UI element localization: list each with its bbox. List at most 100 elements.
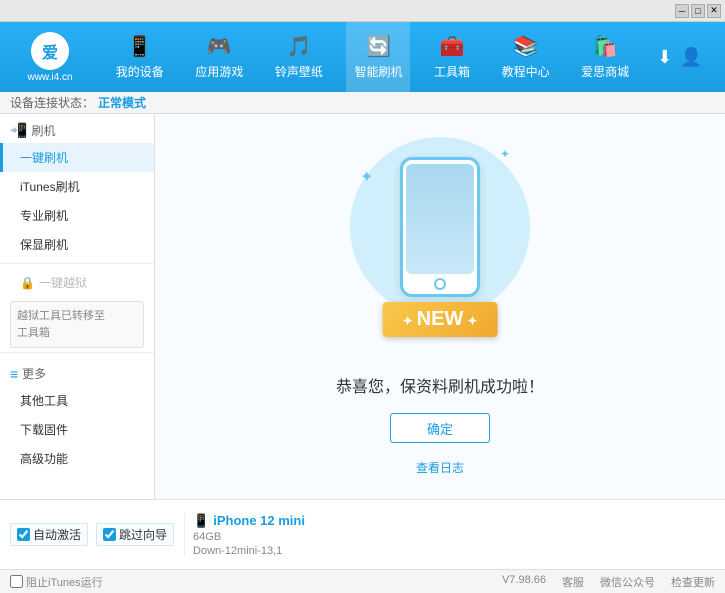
nav-toolbox-label: 工具箱 xyxy=(434,63,470,80)
device-firmware: Down-12mini-13,1 xyxy=(193,545,305,557)
header: 爱 www.i4.cn 📱 我的设备 🎮 应用游戏 🎵 铃声壁纸 🔄 智能刷机 … xyxy=(0,22,725,92)
window-controls[interactable]: ─ □ ✕ xyxy=(675,4,721,18)
sidebar-item-pro-flash[interactable]: 专业刷机 xyxy=(0,201,154,230)
minimize-button[interactable]: ─ xyxy=(675,4,689,18)
flash-section-label: 刷机 xyxy=(31,122,55,139)
confirm-button[interactable]: 确定 xyxy=(390,413,490,443)
sidebar-divider-2 xyxy=(0,352,154,353)
bottom-device-bar: 自动激活 跳过向导 📱 iPhone 12 mini 64GB Down-12m… xyxy=(0,499,725,569)
nav-smart-flash[interactable]: 🔄 智能刷机 xyxy=(346,22,410,92)
auto-dispatch-checkbox[interactable]: 自动激活 xyxy=(10,523,88,546)
status-bar: 设备连接状态： 正常模式 xyxy=(0,92,725,114)
jailbreak-section-label: 一键越狱 xyxy=(39,274,87,291)
phone-screen xyxy=(406,164,474,274)
via-wizard-input[interactable] xyxy=(103,528,116,541)
more-section-label: 更多 xyxy=(22,365,46,382)
sidebar-item-itunes-flash[interactable]: iTunes刷机 xyxy=(0,172,154,201)
other-tools-label: 其他工具 xyxy=(20,394,68,408)
device-storage: 64GB xyxy=(193,531,305,543)
logo-icon: 爱 xyxy=(31,32,69,70)
advanced-label: 高级功能 xyxy=(20,452,68,466)
content-area: ✦ ✦ NEW 恭喜您，保资料刷机成功啦！ 确定 查看日志 xyxy=(155,114,725,499)
itunes-block-label: 阻止iTunes运行 xyxy=(26,574,103,590)
close-button[interactable]: ✕ xyxy=(707,4,721,18)
view-log-link[interactable]: 查看日志 xyxy=(416,459,464,476)
nav-app-game[interactable]: 🎮 应用游戏 xyxy=(187,22,251,92)
sidebar-section-flash-header: 📲 刷机 xyxy=(0,114,154,143)
nav-ringtone-label: 铃声壁纸 xyxy=(275,63,323,80)
header-right: ⬇ 👤 xyxy=(645,47,725,68)
version-label: V7.98.66 xyxy=(502,574,546,590)
nav-app-game-label: 应用游戏 xyxy=(195,63,243,80)
new-badge: NEW xyxy=(383,302,498,337)
nav-app-game-icon: 🎮 xyxy=(207,34,232,59)
device-name: 📱 iPhone 12 mini xyxy=(193,513,305,529)
nav-my-device[interactable]: 📱 我的设备 xyxy=(108,22,172,92)
nav-ringtone-icon: 🎵 xyxy=(286,34,311,59)
via-wizard-label: 跳过向导 xyxy=(119,526,167,543)
status-label: 设备连接状态： xyxy=(10,94,94,111)
sidebar-item-download-firmware[interactable]: 下载固件 xyxy=(0,415,154,444)
auto-dispatch-input[interactable] xyxy=(17,528,30,541)
itunes-flash-label: iTunes刷机 xyxy=(20,180,80,194)
customer-service-link[interactable]: 客服 xyxy=(562,574,584,590)
footer-left: 阻止iTunes运行 xyxy=(10,574,103,590)
nav-ringtone[interactable]: 🎵 铃声壁纸 xyxy=(267,22,331,92)
phone-device xyxy=(400,157,480,297)
sidebar-item-advanced[interactable]: 高级功能 xyxy=(0,444,154,473)
auto-dispatch-label: 自动激活 xyxy=(33,526,81,543)
sidebar-section-more-header: ≡ 更多 xyxy=(0,357,154,386)
itunes-block-checkbox[interactable]: 阻止iTunes运行 xyxy=(10,574,103,590)
nav-apple-shop[interactable]: 🛍️ 爱思商城 xyxy=(573,22,637,92)
phone-illustration: ✦ ✦ NEW xyxy=(340,137,540,357)
wechat-link[interactable]: 微信公众号 xyxy=(600,574,655,590)
save-flash-label: 保显刷机 xyxy=(20,238,68,252)
nav-tutorial-icon: 📚 xyxy=(513,34,538,59)
nav-toolbox-icon: 🧰 xyxy=(440,34,465,59)
nav-smart-flash-icon: 🔄 xyxy=(366,34,391,59)
main-layout: 📲 刷机 一键刷机 iTunes刷机 专业刷机 保显刷机 🔒 一键越狱 越狱工具… xyxy=(0,114,725,499)
nav-toolbox[interactable]: 🧰 工具箱 xyxy=(426,22,478,92)
nav-apple-shop-icon: 🛍️ xyxy=(593,34,618,59)
jailbreak-info-box: 越狱工具已转移至工具箱 xyxy=(10,301,144,348)
nav-my-device-icon: 📱 xyxy=(127,34,152,59)
device-checkboxes: 自动激活 跳过向导 xyxy=(10,523,174,546)
itunes-block-input[interactable] xyxy=(10,575,23,588)
download-firmware-label: 下载固件 xyxy=(20,423,68,437)
user-icon[interactable]: 👤 xyxy=(680,47,702,68)
sidebar-item-one-click-flash[interactable]: 一键刷机 xyxy=(0,143,154,172)
pro-flash-label: 专业刷机 xyxy=(20,209,68,223)
sparkle-icon-right: ✦ xyxy=(500,147,510,161)
device-info: 📱 iPhone 12 mini 64GB Down-12mini-13,1 xyxy=(184,513,305,557)
flash-section-icon: 📲 xyxy=(10,122,27,139)
sidebar-item-save-flash[interactable]: 保显刷机 xyxy=(0,230,154,259)
nav-tutorial-label: 教程中心 xyxy=(502,63,550,80)
sparkle-icon-left: ✦ xyxy=(360,167,373,187)
device-icon: 📱 xyxy=(193,513,209,529)
nav-smart-flash-label: 智能刷机 xyxy=(354,63,402,80)
sidebar-item-other-tools[interactable]: 其他工具 xyxy=(0,386,154,415)
logo-area: 爱 www.i4.cn xyxy=(0,32,100,83)
footer-right: V7.98.66 客服 微信公众号 检查更新 xyxy=(502,574,715,590)
nav-bar: 📱 我的设备 🎮 应用游戏 🎵 铃声壁纸 🔄 智能刷机 🧰 工具箱 📚 教程中心… xyxy=(100,22,645,92)
nav-tutorial[interactable]: 📚 教程中心 xyxy=(494,22,558,92)
logo-url: www.i4.cn xyxy=(27,72,72,83)
status-value: 正常模式 xyxy=(98,94,146,111)
more-section-icon: ≡ xyxy=(10,366,18,382)
sidebar: 📲 刷机 一键刷机 iTunes刷机 专业刷机 保显刷机 🔒 一键越狱 越狱工具… xyxy=(0,114,155,499)
nav-apple-shop-label: 爱思商城 xyxy=(581,63,629,80)
success-message: 恭喜您，保资料刷机成功啦！ xyxy=(336,373,544,397)
download-icon[interactable]: ⬇ xyxy=(657,47,672,68)
nav-my-device-label: 我的设备 xyxy=(116,63,164,80)
sidebar-section-jailbreak-header: 🔒 一键越狱 xyxy=(0,268,154,297)
footer: 阻止iTunes运行 V7.98.66 客服 微信公众号 检查更新 xyxy=(0,569,725,593)
check-update-link[interactable]: 检查更新 xyxy=(671,574,715,590)
one-click-flash-label: 一键刷机 xyxy=(20,151,68,165)
via-wizard-checkbox[interactable]: 跳过向导 xyxy=(96,523,174,546)
logo-symbol: 爱 xyxy=(42,39,58,63)
lock-icon: 🔒 xyxy=(20,276,35,290)
phone-home-btn xyxy=(434,278,446,290)
title-bar: ─ □ ✕ xyxy=(0,0,725,22)
maximize-button[interactable]: □ xyxy=(691,4,705,18)
sidebar-divider-1 xyxy=(0,263,154,264)
